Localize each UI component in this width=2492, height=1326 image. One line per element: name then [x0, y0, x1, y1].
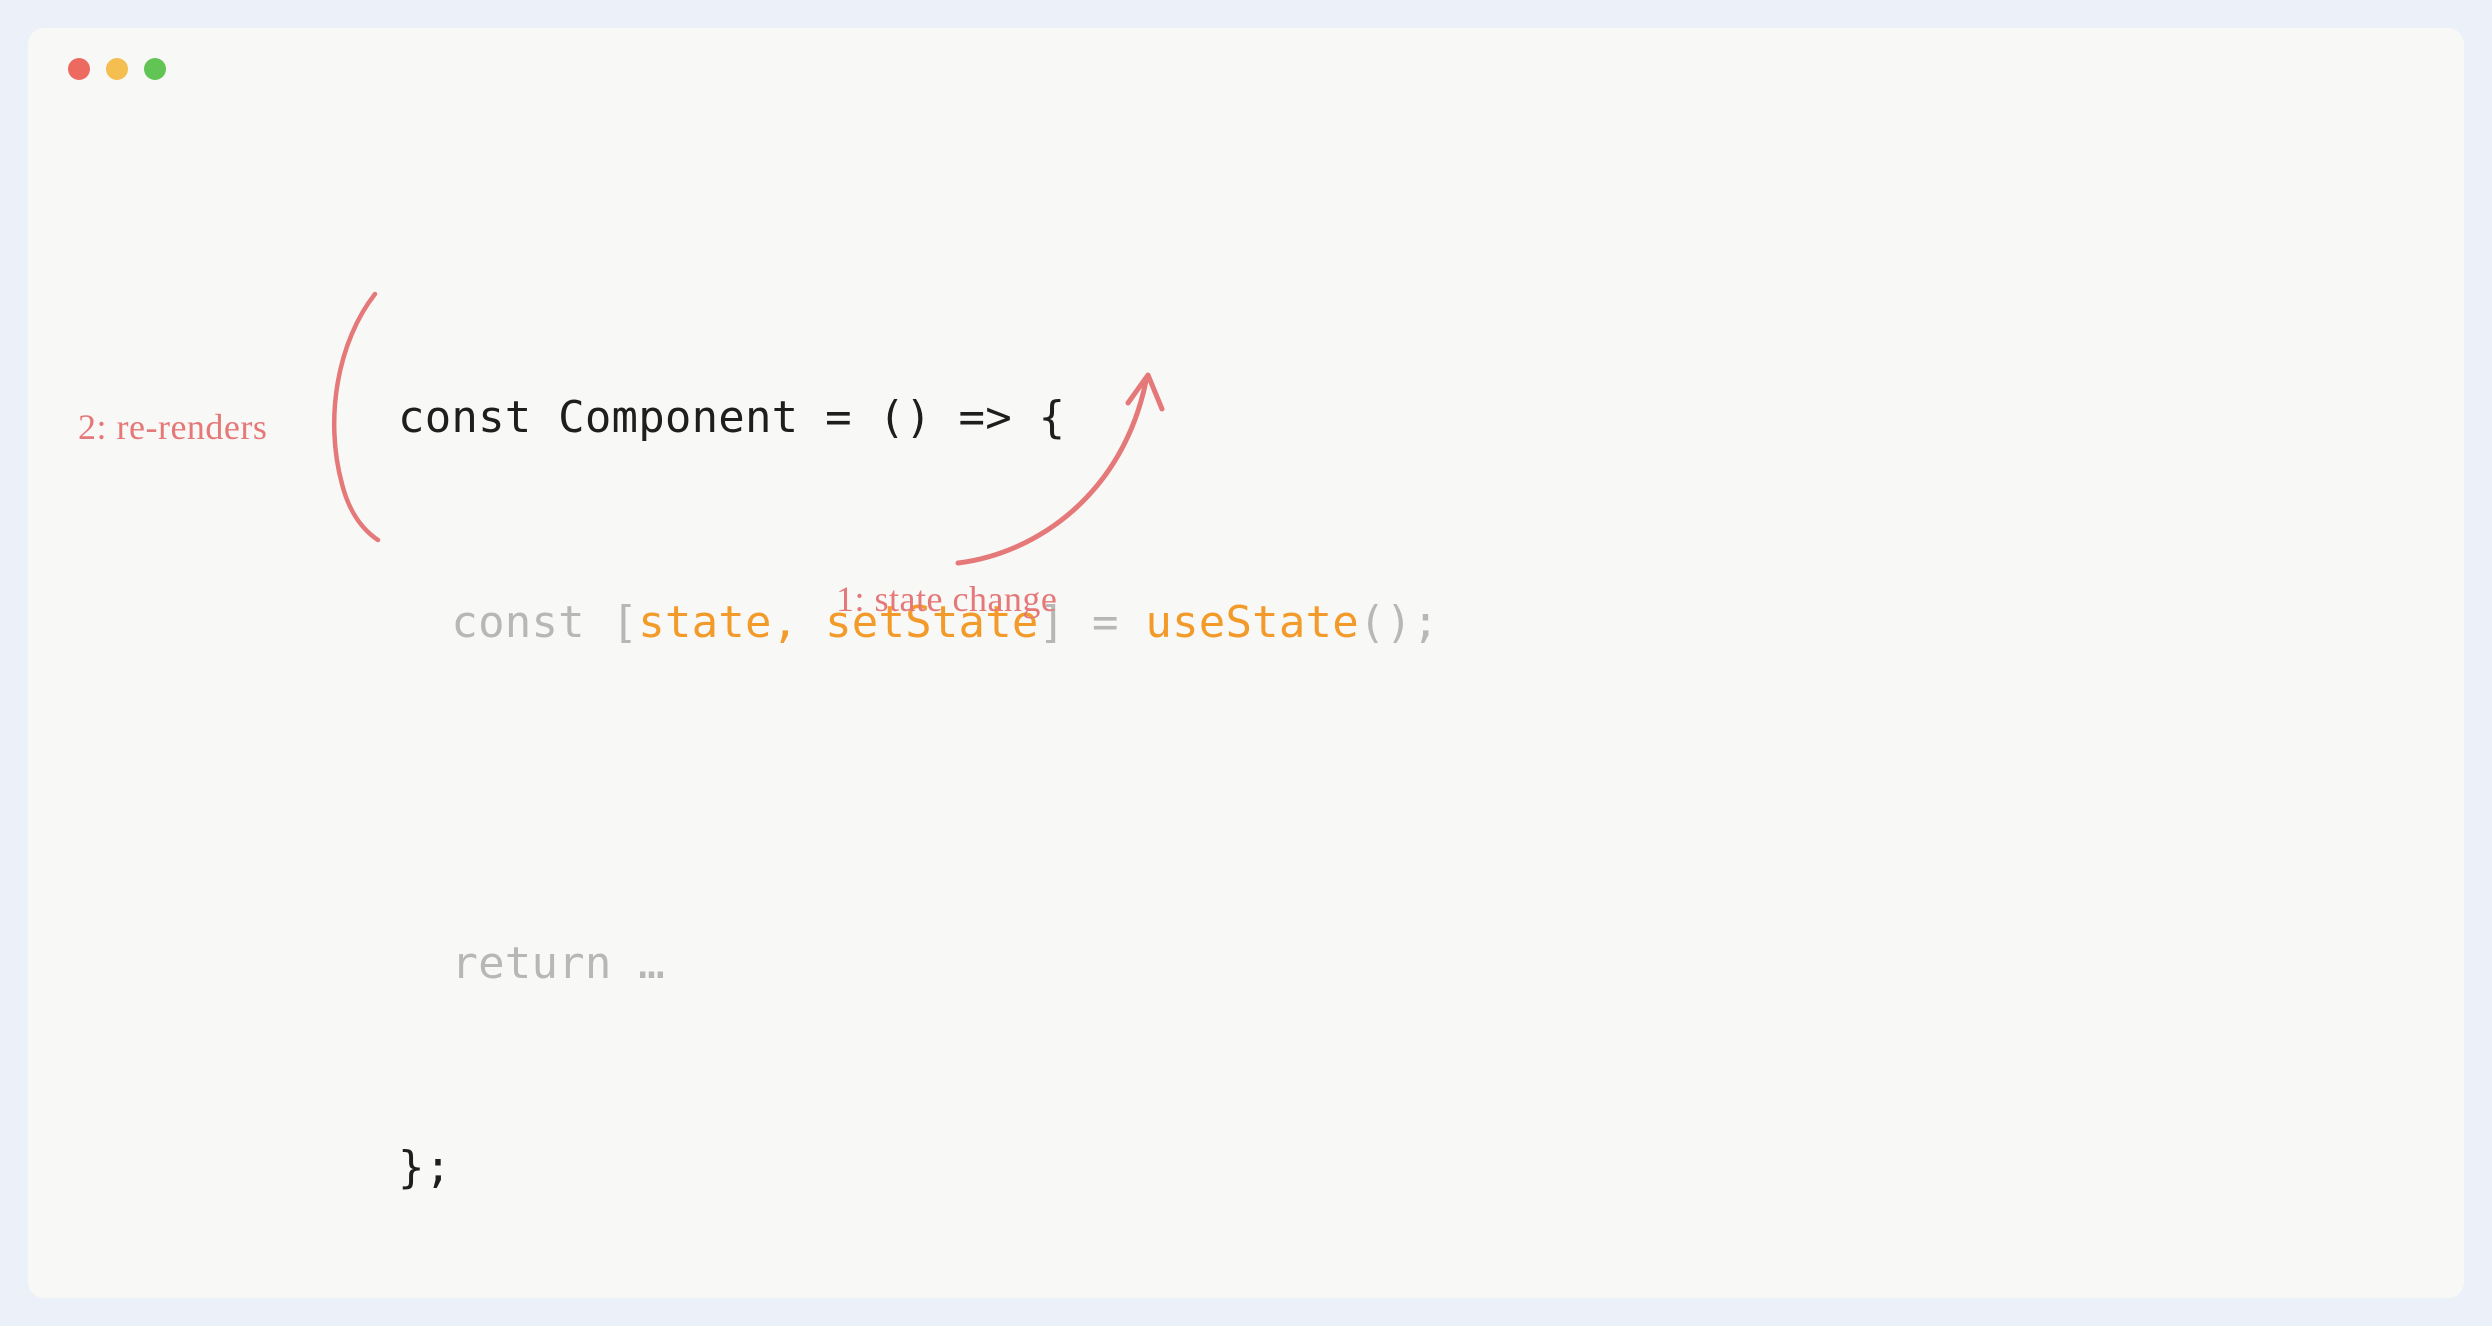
minimize-icon[interactable] [106, 58, 128, 80]
annotation-rerenders: 2: re-renders [78, 406, 267, 448]
keyword-const: const [398, 392, 558, 443]
arrow-up-icon [928, 353, 1188, 583]
return-statement: return … [451, 938, 665, 989]
traffic-lights [68, 58, 166, 80]
code-block: const Component = () => { const [state, … [398, 248, 1439, 1298]
code-line-4: return … [398, 930, 1439, 998]
comma: , [772, 597, 825, 648]
identifier-state: state [638, 597, 771, 648]
code-line-5: }; [398, 1134, 1439, 1202]
identifier-component: Component [558, 392, 798, 443]
annotation-state-change: 1: state change [836, 578, 1057, 620]
identifier-usestate: useState [1145, 597, 1359, 648]
const-destructure-open: const [ [451, 597, 638, 648]
indent [398, 938, 451, 989]
code-window: const Component = () => { const [state, … [28, 28, 2464, 1298]
indent [398, 597, 451, 648]
zoom-icon[interactable] [144, 58, 166, 80]
bracket-arc-icon [320, 286, 400, 546]
close-icon[interactable] [68, 58, 90, 80]
code-line-1: const Component = () => { [398, 384, 1439, 452]
call-parens: (); [1359, 597, 1439, 648]
